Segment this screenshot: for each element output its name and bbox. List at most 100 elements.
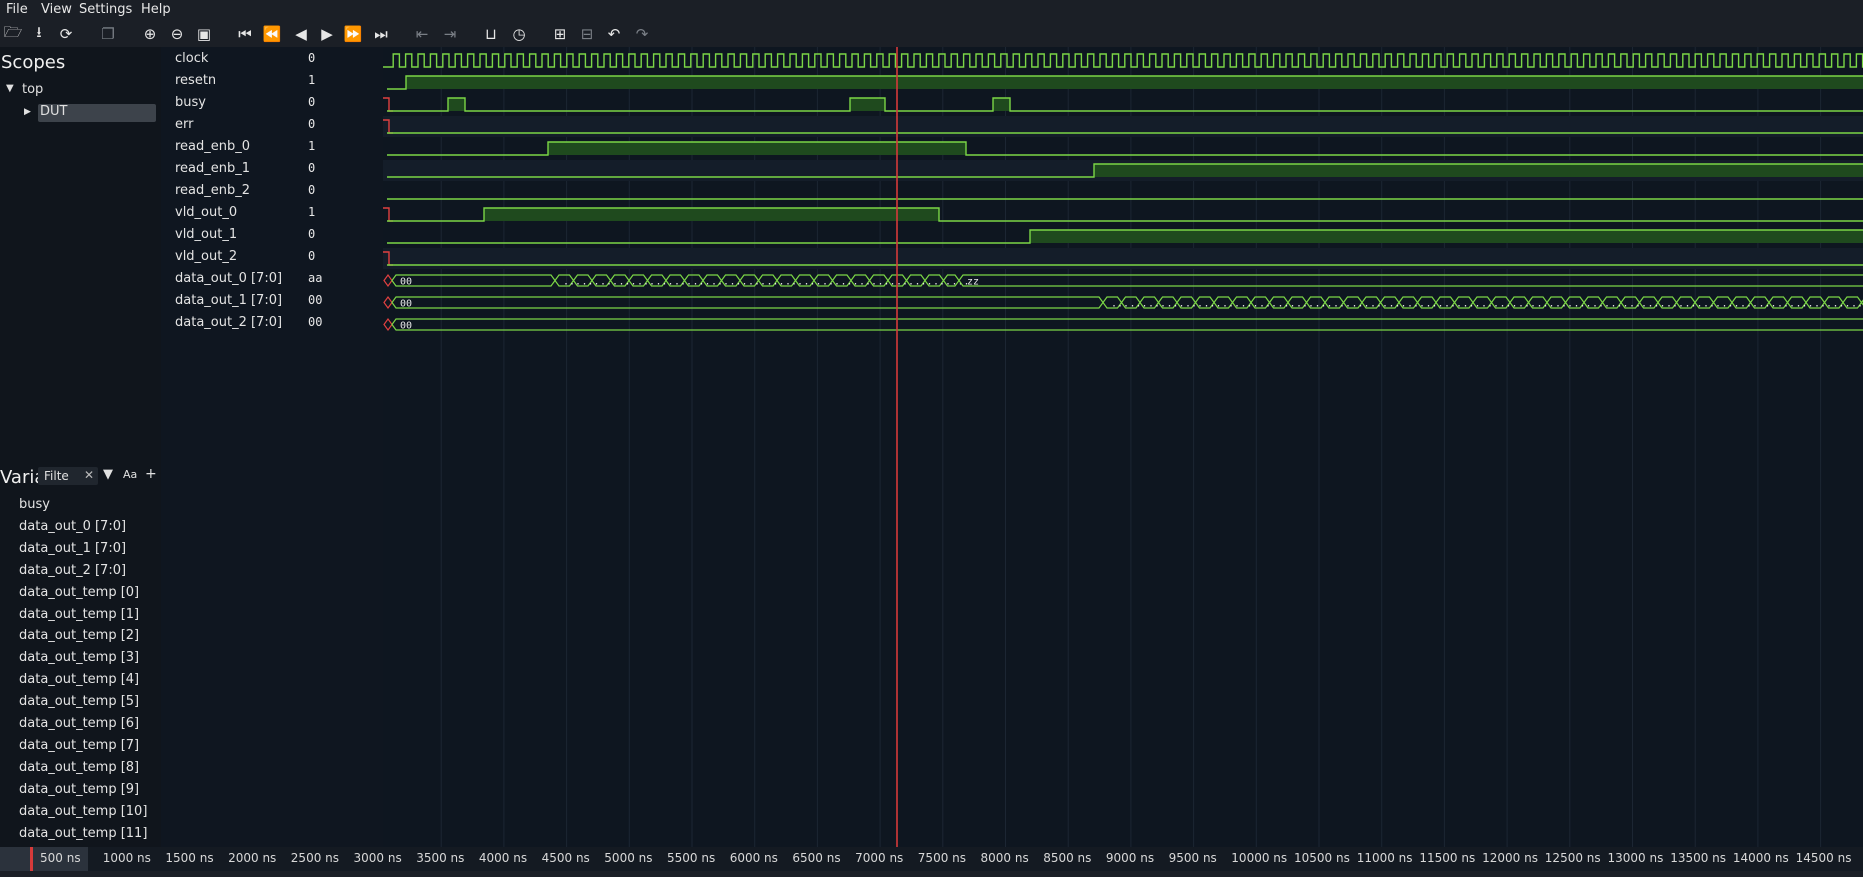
timeline-tick: 13500 ns — [1670, 851, 1727, 865]
signal-name[interactable]: read_enb_0 — [175, 139, 250, 154]
variable-item[interactable]: busy — [19, 497, 50, 512]
open-folder-icon[interactable]: 🗁 — [2, 22, 24, 46]
variable-item[interactable]: data_out_0 [7:0] — [19, 519, 126, 534]
variable-item[interactable]: data_out_temp [5] — [19, 694, 139, 709]
add-icon[interactable]: ⊞ — [549, 22, 571, 46]
timeline-tick: 11500 ns — [1419, 851, 1476, 865]
zoom-in-icon[interactable]: ⊕ — [139, 22, 161, 46]
row-shade — [383, 248, 1863, 269]
timeline-tick: 11000 ns — [1356, 851, 1413, 865]
variable-item[interactable]: data_out_1 [7:0] — [19, 541, 126, 556]
timeline-tick: 9500 ns — [1168, 851, 1217, 865]
variable-item[interactable]: data_out_temp [7] — [19, 738, 139, 753]
timeline-tick: 5000 ns — [604, 851, 653, 865]
zoom-fit-icon[interactable]: ▣ — [193, 22, 215, 46]
goto-end-icon[interactable]: ⏭ — [370, 22, 392, 46]
signal-name[interactable]: data_out_1 [7:0] — [175, 293, 282, 308]
redo-icon[interactable]: ↷ — [631, 22, 653, 46]
step-back-fast-icon[interactable]: ⏪ — [261, 22, 283, 46]
undefined-marker — [383, 273, 393, 288]
step-forward-fast-icon[interactable]: ⏩ — [342, 22, 364, 46]
signal-name[interactable]: read_enb_1 — [175, 161, 250, 176]
timeline-tick: 500 ns — [40, 851, 81, 865]
collapse-triangle-icon[interactable]: ▶ — [24, 107, 31, 117]
variable-item[interactable]: data_out_temp [1] — [19, 607, 139, 622]
expand-triangle-icon[interactable]: ▼ — [6, 83, 14, 94]
undo-icon[interactable]: ↶ — [603, 22, 625, 46]
menu-help[interactable]: Help — [141, 2, 171, 17]
step-forward-icon[interactable]: ▶ — [316, 22, 338, 46]
signal-value: 0 — [308, 227, 316, 241]
variable-item[interactable]: data_out_temp [2] — [19, 628, 139, 643]
variable-item[interactable]: data_out_temp [4] — [19, 672, 139, 687]
scope-top[interactable]: top — [22, 82, 43, 97]
menu-settings[interactable]: Settings — [79, 2, 132, 17]
timeline-tick: 8500 ns — [1043, 851, 1092, 865]
signal-name[interactable]: clock — [175, 51, 208, 66]
timeline-tick: 4500 ns — [541, 851, 590, 865]
timeline-tick: 3500 ns — [416, 851, 465, 865]
signal-name[interactable]: vld_out_0 — [175, 205, 237, 220]
variable-item[interactable]: data_out_temp [0] — [19, 585, 139, 600]
signal-name[interactable]: read_enb_2 — [175, 183, 250, 198]
clock-icon[interactable]: ◷ — [508, 22, 530, 46]
timeline-tick: 14500 ns — [1795, 851, 1852, 865]
resetn-wave-fill — [406, 76, 1863, 89]
scopes-title: Scopes — [1, 52, 66, 73]
prev-edge-icon[interactable]: ⇤ — [411, 22, 433, 46]
signal-name[interactable]: err — [175, 117, 193, 132]
scope-dut[interactable]: DUT — [40, 104, 67, 119]
data-out-2-bus-label: 00 — [400, 321, 412, 332]
variable-item[interactable]: data_out_temp [8] — [19, 760, 139, 775]
zoom-out-icon[interactable]: ⊖ — [166, 22, 188, 46]
timeline-tick: 6000 ns — [729, 851, 778, 865]
clear-filter-icon[interactable]: ✕ — [84, 468, 94, 482]
add-variable-icon[interactable]: + — [145, 466, 157, 482]
timeline-tick: 5500 ns — [667, 851, 716, 865]
signal-name[interactable]: vld_out_1 — [175, 227, 237, 242]
variable-item[interactable]: data_out_temp [11] — [19, 826, 147, 841]
timeline-tick: 7500 ns — [917, 851, 967, 865]
goto-start-icon[interactable]: ⏮ — [234, 22, 256, 46]
signal-value: 1 — [308, 139, 316, 153]
signal-name[interactable]: vld_out_2 — [175, 249, 237, 264]
data-out-1-bus-label: 00 — [400, 299, 412, 310]
menu-file[interactable]: File — [6, 2, 28, 17]
signal-name[interactable]: busy — [175, 95, 206, 110]
cursor-icon[interactable]: ⊔ — [480, 22, 502, 46]
timeline-cursor-marker[interactable] — [30, 847, 33, 871]
data-out-0-bus-segment — [958, 274, 1863, 287]
vld-out-0-wave-fill — [484, 208, 939, 221]
case-sensitive-icon[interactable]: Aa — [123, 468, 137, 481]
data-out-0-bus-label: zz — [967, 277, 979, 288]
timeline-tick: 4000 ns — [478, 851, 528, 865]
timeline-tick: 10500 ns — [1294, 851, 1350, 865]
signal-value: 0 — [308, 249, 316, 263]
undefined-marker — [383, 317, 393, 332]
variable-item[interactable]: data_out_temp [6] — [19, 716, 139, 731]
signal-name[interactable]: data_out_0 [7:0] — [175, 271, 282, 286]
signal-value: 1 — [308, 73, 316, 87]
waveform-area[interactable]: 00......................................… — [383, 47, 1863, 847]
data-out-1-bus-label: ... — [1851, 299, 1863, 310]
step-back-icon[interactable]: ◀ — [290, 22, 312, 46]
signal-name[interactable]: resetn — [175, 73, 216, 88]
next-edge-icon[interactable]: ⇥ — [439, 22, 461, 46]
signal-value: 0 — [308, 95, 316, 109]
data-out-1-bus-segment — [391, 296, 1104, 309]
timeline-tick: 12500 ns — [1544, 851, 1601, 865]
variable-item[interactable]: data_out_temp [10] — [19, 804, 147, 819]
reload-icon[interactable]: ⟳ — [55, 22, 77, 46]
filter-icon[interactable]: ▼ — [103, 467, 113, 482]
undefined-segment — [383, 207, 393, 222]
variable-item[interactable]: data_out_2 [7:0] — [19, 563, 126, 578]
copy-icon[interactable]: ❐ — [97, 22, 119, 46]
menu-view[interactable]: View — [41, 2, 72, 17]
variable-item[interactable]: data_out_temp [9] — [19, 782, 139, 797]
clock-wave — [383, 53, 1863, 68]
timeline-tick: 3000 ns — [353, 851, 402, 865]
download-icon[interactable]: ⭳ — [28, 22, 50, 46]
signal-name[interactable]: data_out_2 [7:0] — [175, 315, 282, 330]
variable-item[interactable]: data_out_temp [3] — [19, 650, 139, 665]
remove-icon[interactable]: ⊟ — [576, 22, 598, 46]
